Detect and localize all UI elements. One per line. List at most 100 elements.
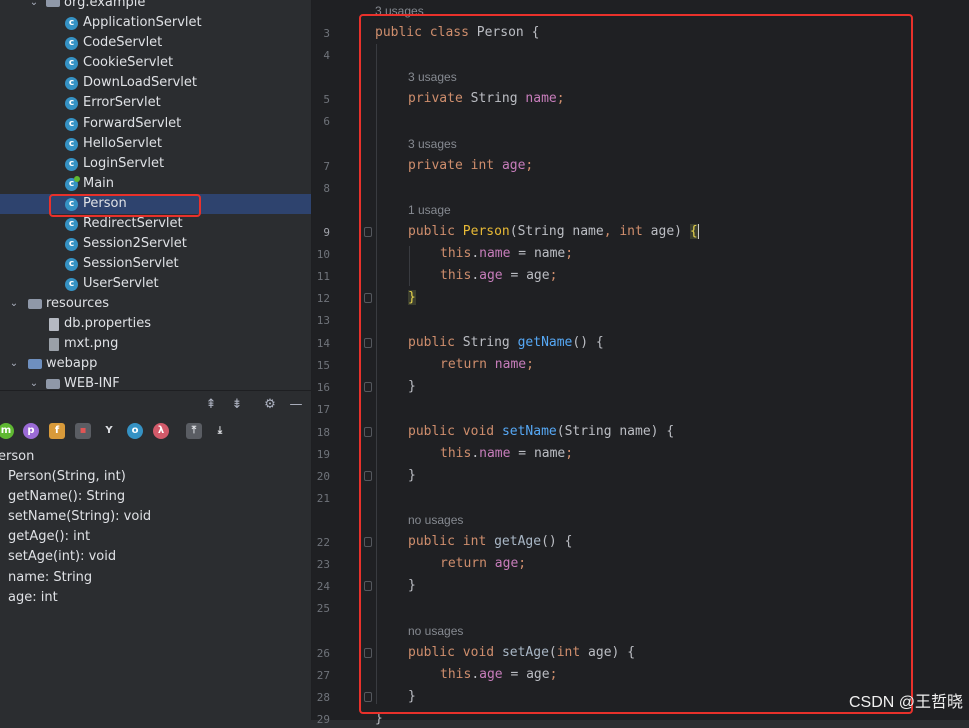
class-icon: c: [65, 238, 78, 252]
tree-label: SessionServlet: [83, 256, 179, 272]
image-file-icon: [49, 338, 59, 351]
project-panel: ⌄ org.example c ApplicationServlet c CodeSe…: [0, 0, 311, 720]
line-number: 20: [316, 470, 330, 483]
expand-all-icon[interactable]: ⇞: [203, 397, 219, 413]
lambda-icon[interactable]: λ: [153, 423, 169, 439]
code-highlight-box: [359, 14, 913, 714]
class-icon: c: [65, 77, 78, 91]
class-icon: c: [65, 117, 78, 131]
structure-filter-bar: m p f ▪ Y o λ ⤒ ⤓: [0, 420, 311, 444]
line-number: 11: [316, 270, 330, 283]
tree-class-session2servlet[interactable]: c Session2Servlet: [0, 234, 311, 254]
line-number: 9: [323, 226, 330, 239]
tree-class-redirectservlet[interactable]: c RedirectServlet: [0, 214, 311, 234]
lock-icon[interactable]: ▪: [75, 423, 91, 439]
line-number: 3: [323, 27, 330, 40]
package-icon: [46, 0, 60, 7]
tree-label: Session2Servlet: [83, 236, 187, 252]
structure-member-label: name: String: [8, 569, 93, 585]
line-number: 7: [323, 160, 330, 173]
structure-member-label: setName(String): void: [8, 509, 152, 525]
structure-member-row[interactable]: getAge(): int: [8, 527, 90, 547]
tree-class-userservlet[interactable]: c UserServlet: [0, 274, 311, 294]
structure-class-label: erson: [0, 449, 35, 464]
line-number: 13: [316, 314, 330, 327]
properties-file-icon: [49, 318, 59, 331]
tree-class-main[interactable]: c Main: [0, 174, 311, 194]
tree-label: ForwardServlet: [83, 115, 182, 131]
properties-icon[interactable]: p: [23, 423, 39, 439]
tree-label: resources: [46, 296, 110, 311]
structure-member-label: getName(): String: [8, 489, 126, 505]
chevron-down-icon[interactable]: ⌄: [8, 294, 20, 314]
tree-folder-webapp[interactable]: ⌄ webapp: [0, 354, 311, 374]
tree-label: db.properties: [64, 316, 151, 331]
tree-class-helloservlet[interactable]: c HelloServlet: [0, 134, 311, 154]
tree-class-loginservlet[interactable]: c LoginServlet: [0, 154, 311, 174]
code-editor[interactable]: 3 4 5 6 7 8 9 10 11 12 13 14 15 16 17 18 19 20 21 22 23 24 25 2…: [312, 0, 969, 726]
line-number: 25: [316, 602, 330, 615]
inherited-members-icon[interactable]: m: [0, 423, 14, 439]
chevron-down-icon[interactable]: ⌄: [28, 374, 40, 390]
collapse-all-icon[interactable]: ⇟: [229, 397, 245, 413]
class-icon: c: [65, 258, 78, 272]
line-number: 15: [316, 359, 330, 372]
tree-folder-web-inf[interactable]: ⌄ WEB-INF: [0, 374, 311, 390]
tree-class-downloadservlet[interactable]: c DownLoadServlet: [0, 73, 311, 93]
line-number: 24: [316, 580, 330, 593]
tree-class-codeservlet[interactable]: c CodeServlet: [0, 33, 311, 53]
tree-label: CookieServlet: [83, 55, 174, 71]
tree-class-cookieservlet[interactable]: c CookieServlet: [0, 53, 311, 73]
chevron-down-icon[interactable]: ⌄: [8, 354, 20, 374]
fields-icon[interactable]: f: [49, 423, 65, 439]
line-number: 5: [323, 93, 330, 106]
minimize-icon[interactable]: —: [288, 397, 304, 413]
tree-label: LoginServlet: [83, 155, 165, 171]
structure-member-label: getAge(): int: [8, 529, 91, 545]
tree-file-db-properties[interactable]: db.properties: [0, 314, 311, 334]
tree-file-mxt-png[interactable]: mxt.png: [0, 334, 311, 354]
person-highlight-box: [49, 194, 201, 217]
runnable-class-icon: c: [65, 175, 80, 191]
class-icon: c: [65, 137, 78, 151]
autoscroll-to-source-icon[interactable]: ⤒: [186, 423, 202, 439]
tree-package-org-example[interactable]: ⌄ org.example: [0, 0, 311, 13]
line-number: 27: [316, 669, 330, 682]
line-number: 18: [316, 426, 330, 439]
structure-member-row[interactable]: age: int: [8, 588, 58, 608]
class-icon: c: [65, 57, 78, 71]
chevron-down-icon[interactable]: ⌄: [28, 0, 40, 13]
structure-member-label: setAge(int): void: [8, 549, 117, 565]
tree-class-forwardservlet[interactable]: c ForwardServlet: [0, 114, 311, 134]
class-icon: c: [65, 37, 78, 51]
line-number: 22: [316, 536, 330, 549]
tree-label: HelloServlet: [83, 135, 162, 151]
tree-label: webapp: [46, 356, 98, 371]
fork-icon[interactable]: Y: [101, 423, 117, 439]
tree-label: CodeServlet: [83, 35, 163, 51]
class-icon: c: [65, 157, 78, 171]
line-number: 17: [316, 403, 330, 416]
line-number: 26: [316, 647, 330, 660]
structure-member-row[interactable]: getName(): String: [8, 487, 125, 507]
tree-folder-resources[interactable]: ⌄ resources: [0, 294, 311, 314]
structure-class-row[interactable]: erson: [0, 447, 34, 467]
anonymous-class-icon[interactable]: o: [127, 423, 143, 439]
autoscroll-from-source-icon[interactable]: ⤓: [212, 423, 228, 439]
line-number: 19: [316, 448, 330, 461]
class-icon: c: [65, 17, 78, 30]
tree-class-sessionservlet[interactable]: c SessionServlet: [0, 254, 311, 274]
gear-icon[interactable]: ⚙: [262, 397, 278, 413]
tree-label: Main: [83, 175, 115, 191]
structure-member-row[interactable]: Person(String, int): [8, 467, 126, 487]
class-icon: c: [65, 218, 78, 231]
line-number: 4: [323, 49, 330, 62]
structure-member-row[interactable]: setName(String): void: [8, 507, 151, 527]
tree-class-errorservlet[interactable]: c ErrorServlet: [0, 93, 311, 113]
structure-member-row[interactable]: setAge(int): void: [8, 547, 116, 567]
structure-member-row[interactable]: name: String: [8, 568, 92, 588]
line-number: 21: [316, 492, 330, 505]
structure-member-label: Person(String, int): [8, 469, 126, 484]
tree-label: RedirectServlet: [83, 216, 183, 231]
tree-class-applicationservlet[interactable]: c ApplicationServlet: [0, 13, 311, 33]
